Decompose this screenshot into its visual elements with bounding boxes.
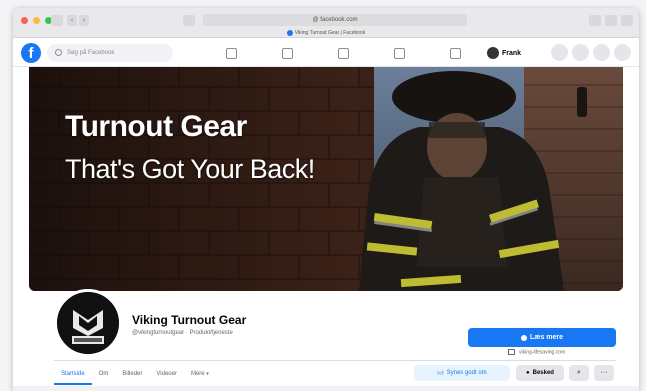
browser-toolbar: ‹ › @ facebook.com Viking Turnout Gear |…	[13, 8, 639, 38]
home-icon	[225, 47, 237, 59]
viking-logo-icon	[57, 292, 119, 354]
message-icon: ●	[526, 370, 530, 376]
close-window-button[interactable]	[21, 17, 28, 24]
cover-photo[interactable]: Turnout Gear That's Got Your Back!	[29, 67, 623, 291]
search-placeholder: Søg på Facebook	[67, 50, 115, 56]
feed-background	[13, 386, 639, 391]
privacy-shield-icon[interactable]	[183, 15, 195, 26]
desktop-background: ‹ › @ facebook.com Viking Turnout Gear |…	[0, 0, 646, 391]
page-search-button[interactable]: ⌕	[569, 365, 589, 381]
thumbs-up-icon: 👍︎	[437, 371, 444, 377]
message-label: Besked	[532, 370, 554, 376]
profile-name: Frank	[502, 49, 522, 57]
nav-watch[interactable]	[259, 44, 315, 62]
sidebar-toggle-button[interactable]	[51, 15, 63, 26]
tab-home[interactable]: Startside	[54, 365, 92, 385]
share-button[interactable]	[605, 15, 617, 26]
chevron-down-icon[interactable]	[614, 44, 631, 61]
divider	[54, 360, 616, 361]
cover-headline-secondary: That's Got Your Back!	[65, 154, 315, 184]
new-tab-button[interactable]	[621, 15, 633, 26]
nav-home[interactable]	[203, 44, 259, 62]
tab-title: Viking Turnout Gear | Facebook	[294, 30, 366, 36]
nav-gaming[interactable]	[427, 44, 483, 62]
facebook-logo-icon[interactable]: f	[21, 43, 41, 63]
browser-window: ‹ › @ facebook.com Viking Turnout Gear |…	[13, 8, 639, 391]
caret-down-icon: ▾	[206, 371, 209, 377]
message-button[interactable]: ● Besked	[516, 365, 564, 381]
main-nav-icons	[203, 44, 483, 62]
forward-button[interactable]: ›	[79, 15, 89, 26]
tab-more-label: Mere	[190, 371, 205, 377]
menu-icon[interactable]	[551, 44, 568, 61]
facebook-favicon-icon	[286, 29, 293, 36]
learn-more-button[interactable]: Læs mere	[468, 328, 616, 347]
info-icon	[520, 334, 527, 341]
address-bar[interactable]: @ facebook.com	[203, 14, 467, 26]
download-button[interactable]	[589, 15, 601, 26]
search-input[interactable]: Søg på Facebook	[47, 44, 173, 62]
messenger-icon[interactable]	[572, 44, 589, 61]
tab-about[interactable]: Om	[92, 365, 116, 383]
groups-icon	[393, 47, 405, 59]
like-label: Synes godt om	[446, 370, 487, 376]
more-options-button[interactable]: ···	[594, 365, 614, 381]
minimize-window-button[interactable]	[33, 17, 40, 24]
gaming-icon	[449, 47, 461, 59]
nav-marketplace[interactable]	[315, 44, 371, 62]
bell-icon[interactable]	[593, 44, 610, 61]
website-link[interactable]: viking-lifesaving.com	[508, 349, 565, 355]
watch-icon	[281, 47, 293, 59]
tab-videos[interactable]: Videoer	[149, 365, 184, 383]
tab-more[interactable]: Mere ▾	[184, 365, 216, 383]
marketplace-icon	[337, 47, 349, 59]
tab-photos[interactable]: Billeder	[115, 365, 149, 383]
browser-tab[interactable]: Viking Turnout Gear | Facebook	[13, 29, 639, 38]
window-controls	[21, 17, 52, 24]
nav-groups[interactable]	[371, 44, 427, 62]
page-title: Viking Turnout Gear	[132, 313, 247, 327]
profile-chip[interactable]: Frank	[487, 45, 521, 61]
avatar	[487, 47, 499, 59]
learn-more-label: Læs mere	[529, 334, 564, 341]
search-icon	[55, 49, 62, 56]
like-page-button[interactable]: 👍︎ Synes godt om	[414, 365, 510, 381]
facebook-top-nav: f Søg på Facebook Frank	[13, 39, 639, 67]
cover-headline-primary: Turnout Gear	[65, 110, 247, 143]
back-button[interactable]: ‹	[67, 15, 77, 26]
page-tabs: Startside Om Billeder Videoer Mere ▾	[54, 365, 216, 385]
page-profile-picture[interactable]	[54, 289, 122, 357]
page-handle: @vikingturnoutgear · Produkt/tjeneste	[132, 330, 233, 336]
